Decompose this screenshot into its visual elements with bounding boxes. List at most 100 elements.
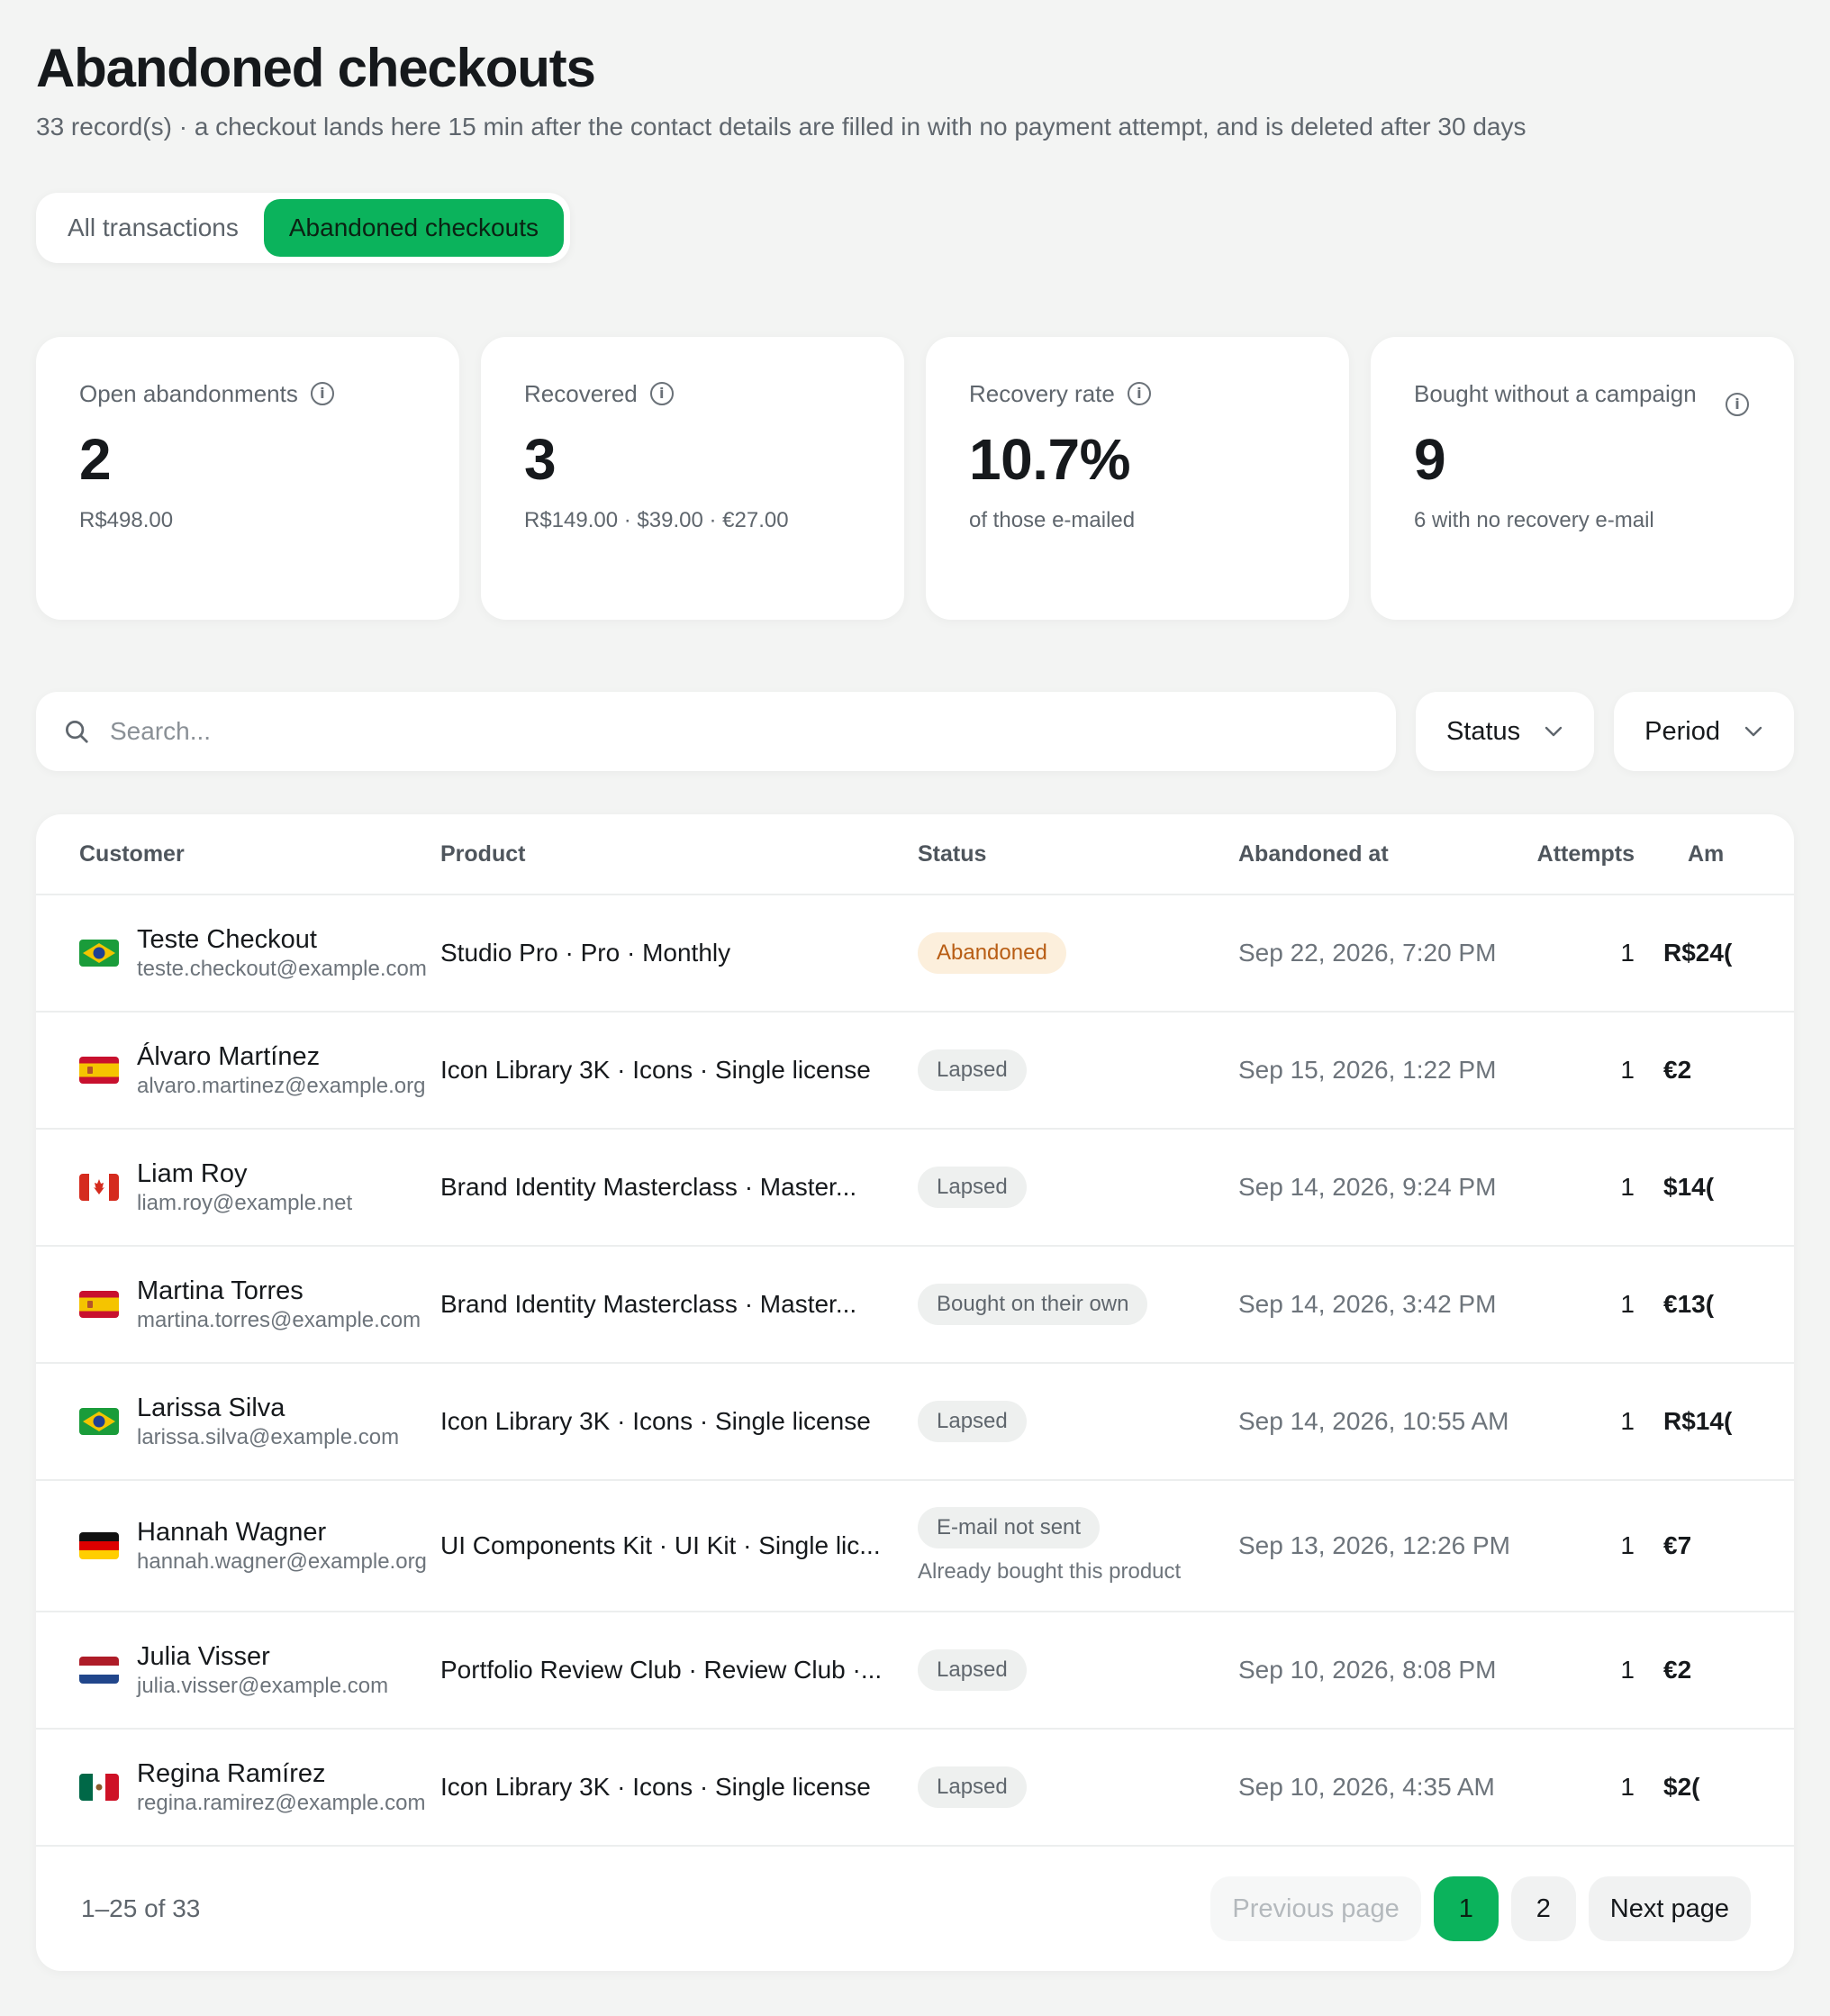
- stat-card-recovered: Recovered i 3 R$149.00 · $39.00 · €27.00: [481, 337, 904, 620]
- status-badge: Bought on their own: [918, 1284, 1148, 1325]
- column-header-attempts[interactable]: Attempts: [1508, 841, 1635, 867]
- column-header-status[interactable]: Status: [918, 841, 1238, 867]
- customer-email: hannah.wagner@example.org: [137, 1549, 427, 1574]
- amount-cell: $2(: [1635, 1773, 1794, 1802]
- stats-cards: Open abandonments i 2 R$498.00 Recovered…: [36, 337, 1794, 620]
- attempts-cell: 1: [1620, 1773, 1635, 1801]
- flag-de-icon: [79, 1532, 119, 1559]
- pagination: 1–25 of 33 Previous page 1 2 Next page: [36, 1847, 1794, 1971]
- customer-name: Larissa Silva: [137, 1394, 285, 1422]
- next-page-button[interactable]: Next page: [1588, 1876, 1751, 1941]
- page-2-button[interactable]: 2: [1510, 1876, 1576, 1941]
- status-cell: Lapsed: [918, 1049, 1238, 1091]
- flag-br-icon: [79, 940, 119, 967]
- customer-cell: Álvaro Martínez alvaro.martinez@example.o…: [36, 1040, 440, 1100]
- customer-info: Regina Ramírez regina.ramirez@example.com: [137, 1757, 425, 1817]
- customer-email: regina.ramirez@example.com: [137, 1791, 426, 1815]
- tab-all-transactions[interactable]: All transactions: [42, 199, 264, 257]
- chevron-down-icon: [1744, 726, 1762, 737]
- info-icon[interactable]: i: [310, 382, 334, 405]
- period-filter-label: Period: [1644, 716, 1720, 746]
- info-icon[interactable]: i: [1726, 393, 1749, 416]
- stat-label: Recovery rate i: [969, 377, 1306, 411]
- table-row[interactable]: Liam Roy liam.roy@example.net Brand Identi…: [36, 1130, 1794, 1247]
- attempts-cell: 1: [1620, 1407, 1635, 1435]
- customer-info: Larissa Silva larissa.silva@example.com: [137, 1392, 399, 1451]
- period-filter-dropdown[interactable]: Period: [1614, 692, 1794, 771]
- customer-email: liam.roy@example.net: [137, 1191, 353, 1215]
- attempts-cell: 1: [1620, 1290, 1635, 1318]
- status-badge: Lapsed: [918, 1049, 1027, 1091]
- customer-cell: Larissa Silva larissa.silva@example.com: [36, 1392, 440, 1451]
- amount-value: €2: [1663, 1056, 1692, 1084]
- info-icon[interactable]: i: [1127, 382, 1151, 405]
- customer-email: teste.checkout@example.com: [137, 957, 427, 981]
- search-input[interactable]: [110, 717, 1369, 746]
- status-filter-dropdown[interactable]: Status: [1415, 692, 1595, 771]
- status-cell: Abandoned: [918, 932, 1238, 974]
- status-cell: Lapsed: [918, 1167, 1238, 1208]
- customer-info: Martina Torres martina.torres@example.com: [137, 1275, 421, 1334]
- stat-sub: of those e-mailed: [969, 508, 1136, 532]
- customer-name: Regina Ramírez: [137, 1759, 326, 1788]
- stat-sub: R$498.00: [79, 508, 174, 532]
- page-title: Abandoned checkouts: [36, 38, 596, 98]
- stat-value: 2: [79, 427, 112, 492]
- customer-cell: Teste Checkout teste.checkout@example.com: [36, 923, 440, 983]
- customer-name: Teste Checkout: [137, 925, 317, 954]
- amount-value: $14(: [1663, 1173, 1715, 1201]
- attempts-cell: 1: [1620, 1656, 1635, 1684]
- page-1-button[interactable]: 1: [1433, 1876, 1499, 1941]
- abandoned-at-cell: Sep 14, 2026, 9:24 PM: [1238, 1173, 1497, 1201]
- customer-email: martina.torres@example.com: [137, 1308, 421, 1332]
- status-cell: Bought on their own: [918, 1284, 1238, 1325]
- flag-br-icon: [79, 1408, 119, 1435]
- table-row[interactable]: Larissa Silva larissa.silva@example.com Ic…: [36, 1364, 1794, 1481]
- table-row[interactable]: Julia Visser julia.visser@example.com Port…: [36, 1612, 1794, 1730]
- abandoned-at-cell: Sep 10, 2026, 8:08 PM: [1238, 1656, 1497, 1684]
- product-cell: Icon Library 3K · Icons · Single license: [440, 1407, 871, 1435]
- table-row[interactable]: Teste Checkout teste.checkout@example.com…: [36, 895, 1794, 1013]
- amount-value: R$24(: [1663, 939, 1733, 967]
- page: Abandoned checkouts 33 record(s) · a che…: [36, 36, 1794, 1971]
- table-row[interactable]: Martina Torres martina.torres@example.com…: [36, 1247, 1794, 1364]
- product-cell: Brand Identity Masterclass · Master...: [440, 1173, 857, 1201]
- column-header-abandoned-at[interactable]: Abandoned at: [1238, 841, 1508, 867]
- amount-cell: R$24(: [1635, 939, 1794, 967]
- column-header-product[interactable]: Product: [440, 841, 918, 867]
- product-cell: Studio Pro · Pro · Monthly: [440, 939, 731, 967]
- previous-page-button[interactable]: Previous page: [1210, 1876, 1421, 1941]
- customer-cell: Hannah Wagner hannah.wagner@example.org: [36, 1516, 440, 1576]
- customer-name: Julia Visser: [137, 1642, 270, 1671]
- attempts-cell: 1: [1620, 1173, 1635, 1201]
- status-badge: Abandoned: [918, 932, 1066, 974]
- attempts-cell: 1: [1620, 1056, 1635, 1084]
- stat-label: Bought without a campaign i: [1414, 377, 1751, 416]
- table-body: Teste Checkout teste.checkout@example.com…: [36, 895, 1794, 1847]
- customer-name: Liam Roy: [137, 1159, 248, 1188]
- stat-value: 10.7%: [969, 427, 1130, 492]
- attempts-cell: 1: [1620, 939, 1635, 967]
- flag-es-icon: [79, 1291, 119, 1318]
- status-badge: Lapsed: [918, 1649, 1027, 1691]
- product-cell: Icon Library 3K · Icons · Single license: [440, 1056, 871, 1084]
- table-row[interactable]: Regina Ramírez regina.ramirez@example.com…: [36, 1730, 1794, 1847]
- table-row[interactable]: Hannah Wagner hannah.wagner@example.org UI…: [36, 1481, 1794, 1612]
- search-box: [36, 692, 1396, 771]
- table-row[interactable]: Álvaro Martínez alvaro.martinez@example.o…: [36, 1013, 1794, 1130]
- product-cell: Icon Library 3K · Icons · Single license: [440, 1773, 871, 1801]
- tab-abandoned-checkouts[interactable]: Abandoned checkouts: [263, 199, 564, 257]
- checkouts-table: Customer Product Status Abandoned at Att…: [36, 814, 1794, 1971]
- abandoned-at-cell: Sep 22, 2026, 7:20 PM: [1238, 939, 1497, 967]
- stat-card-open-abandonments: Open abandonments i 2 R$498.00: [36, 337, 459, 620]
- abandoned-at-cell: Sep 13, 2026, 12:26 PM: [1238, 1531, 1510, 1559]
- column-header-amount[interactable]: Am: [1635, 841, 1794, 867]
- amount-value: R$14(: [1663, 1407, 1733, 1435]
- product-cell: UI Components Kit · UI Kit · Single lic.…: [440, 1531, 881, 1559]
- info-icon[interactable]: i: [649, 382, 674, 405]
- table-header: Customer Product Status Abandoned at Att…: [36, 814, 1794, 895]
- status-note: Already bought this product: [918, 1559, 1182, 1584]
- column-header-customer[interactable]: Customer: [36, 841, 440, 867]
- status-badge: Lapsed: [918, 1167, 1027, 1208]
- customer-cell: Martina Torres martina.torres@example.com: [36, 1275, 440, 1334]
